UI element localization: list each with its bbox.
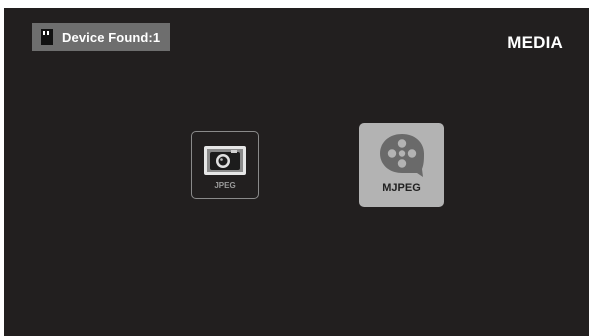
media-type-jpeg[interactable]: JPEG: [191, 131, 259, 199]
film-reel-icon: [377, 132, 427, 178]
media-type-label: MJPEG: [382, 182, 421, 194]
page-title: MEDIA: [507, 33, 563, 52]
device-status-text: Device Found:1: [62, 29, 161, 45]
sd-card-icon: [40, 29, 54, 45]
camera-icon: [204, 146, 246, 175]
media-type-label: JPEG: [214, 181, 236, 190]
device-status-badge: Device Found:1: [32, 23, 170, 51]
media-type-mjpeg[interactable]: MJPEG: [359, 123, 444, 207]
media-screen: Device Found:1 MEDIA JPEG MJPEG: [4, 8, 589, 336]
